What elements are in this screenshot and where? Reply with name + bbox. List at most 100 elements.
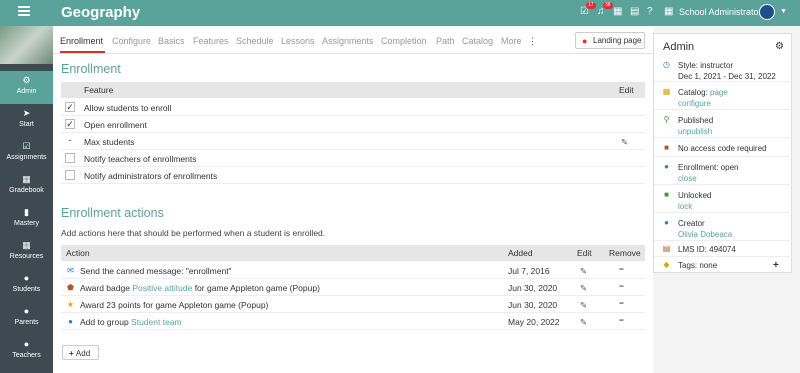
tab-schedule[interactable]: Schedule (236, 36, 274, 46)
admin-panel: Admin ⚙ ◷ Style: instructor Dec 1, 2021 -… (653, 33, 793, 273)
access-text: No access code required (678, 144, 767, 153)
checkbox[interactable]: ✓ (65, 119, 75, 129)
close-link[interactable]: close (678, 173, 738, 184)
pencil-icon[interactable]: ✎ (580, 300, 587, 311)
lms-id-text: LMS ID: 494074 (678, 245, 736, 254)
chevron-down-icon[interactable]: ▼ (780, 8, 787, 15)
checkbox[interactable] (65, 170, 75, 180)
sidebar-item-start[interactable]: ➤ Start (0, 104, 53, 137)
resources-icon: ▦ (22, 240, 31, 250)
actions-table-header: Action Added Edit Remove (61, 245, 645, 261)
unlocked-text: Unlocked (678, 191, 712, 200)
catalog-page-link[interactable]: page (710, 88, 728, 97)
course-title[interactable]: Geography (61, 4, 140, 21)
grid-icon[interactable]: ▤ (630, 7, 640, 17)
notification-badge: 38 (603, 2, 613, 9)
group-link[interactable]: Student team (131, 317, 182, 327)
pencil-icon[interactable]: ✎ (580, 283, 587, 294)
checkbox[interactable]: ✓ (65, 102, 75, 112)
table-row: ★ Award 23 points for game Appleton game… (61, 296, 645, 313)
landing-page-button[interactable]: ● Landing page (575, 32, 645, 49)
checkbox[interactable]: - (65, 136, 75, 146)
tab-assignments[interactable]: Assignments (322, 36, 374, 46)
badge-link[interactable]: Positive attitude (132, 283, 192, 293)
user-name[interactable]: School Administrator (679, 7, 762, 17)
action-text: Add to group Student team (80, 317, 182, 327)
tab-path[interactable]: Path (436, 36, 455, 46)
panel-item-creator: ● Creator Olivia Dobeaca (654, 214, 793, 241)
action-text: Send the canned message: "enrollment" (80, 266, 232, 276)
pencil-icon[interactable]: ✎ (580, 317, 587, 328)
add-tag-icon[interactable]: + (773, 260, 779, 271)
tab-basics[interactable]: Basics (158, 36, 185, 46)
sidebar-item-resources[interactable]: ▦ Resources (0, 236, 53, 269)
message-icon: ✉ (67, 266, 74, 275)
enrollment-actions-heading: Enrollment actions (61, 206, 164, 220)
person-icon: ● (582, 36, 588, 46)
lock-link[interactable]: lock (678, 201, 711, 212)
unpublish-link[interactable]: unpublish (678, 126, 713, 137)
action-text: Award 23 points for game Appleton game (… (80, 300, 268, 310)
person-icon: ● (23, 306, 30, 316)
sidebar-item-label: Start (19, 121, 34, 128)
enrollment-text: Enrollment: open (678, 163, 739, 172)
gear-icon[interactable]: ⚙ (775, 41, 784, 52)
panel-item-text: Published unpublish (678, 115, 713, 137)
calendar-icon[interactable]: ▦ (613, 7, 623, 17)
help-icon[interactable]: ? (647, 7, 657, 17)
person-icon: ● (23, 339, 30, 349)
tab-lessons[interactable]: Lessons (281, 36, 315, 46)
pencil-icon[interactable]: ✎ (580, 266, 587, 277)
feature-label: Allow students to enroll (84, 103, 172, 113)
tab-catalog[interactable]: Catalog (462, 36, 493, 46)
panel-item-lms: ▤ LMS ID: 494074 (654, 240, 793, 257)
panel-item-catalog: ▦ Catalog: page configure (654, 83, 793, 110)
remove-column-header: Remove (609, 248, 641, 258)
avatar[interactable] (759, 4, 775, 20)
action-text: Award badge Positive attitude for game A… (80, 283, 320, 293)
catalog-text: Catalog: (678, 88, 711, 97)
sidebar-item-gradebook[interactable]: ▦ Gradebook (0, 170, 53, 203)
action-text-part: Add to group (80, 317, 132, 327)
more-vertical-icon[interactable]: ⋮ (528, 36, 537, 47)
edit-column-header: Edit (619, 85, 634, 95)
added-column-header: Added (508, 248, 533, 258)
sidebar-item-parents[interactable]: ● Parents (0, 302, 53, 335)
table-row: ✓ Open enrollment (61, 116, 645, 133)
remove-icon[interactable]: − (619, 281, 624, 291)
tab-configure[interactable]: Configure (112, 36, 151, 46)
sidebar-item-mastery[interactable]: ▮ Mastery (0, 203, 53, 236)
panel-item-text: Enrollment: open close (678, 162, 738, 184)
pencil-icon[interactable]: ✎ (621, 137, 628, 148)
badge-icon: ⬟ (67, 283, 74, 292)
remove-icon[interactable]: − (619, 315, 624, 325)
tab-completion[interactable]: Completion (381, 36, 427, 46)
clock-icon: ◷ (663, 60, 670, 69)
landing-page-label: Landing page (593, 36, 642, 45)
tab-enrollment[interactable]: Enrollment (60, 36, 103, 46)
add-action-button[interactable]: + Add (62, 345, 99, 360)
sidebar-item-teachers[interactable]: ● Teachers (0, 335, 53, 368)
table-row: ✉ Send the canned message: "enrollment" … (61, 262, 645, 279)
table-row: ● Add to group Student team May 20, 2022… (61, 313, 645, 330)
remove-icon[interactable]: − (619, 264, 624, 274)
tab-more[interactable]: More (501, 36, 522, 46)
action-column-header: Action (66, 248, 90, 258)
menu-icon[interactable] (18, 6, 30, 16)
checklist-icon[interactable]: ☑ 17 (580, 2, 596, 17)
lock-icon: ■ (664, 143, 669, 152)
assignment-icon: ☑ (22, 141, 31, 151)
plus-icon: + (69, 349, 76, 358)
configure-link[interactable]: configure (678, 98, 728, 109)
grid-apps-icon[interactable]: ▦ (664, 7, 674, 17)
creator-link[interactable]: Olivia Dobeaca (678, 229, 732, 240)
bell-icon[interactable]: ♫ 38 (597, 2, 613, 17)
sidebar-item-assignments[interactable]: ☑ Assignments (0, 137, 53, 170)
sidebar-item-students[interactable]: ● Students (0, 269, 53, 302)
checkbox[interactable] (65, 153, 75, 163)
remove-icon[interactable]: − (619, 298, 624, 308)
tab-features[interactable]: Features (193, 36, 229, 46)
sidebar-item-admin[interactable]: ⚙ Admin (0, 71, 53, 104)
panel-title: Admin (663, 41, 695, 53)
sidebar-item-label: Admin (16, 88, 37, 95)
